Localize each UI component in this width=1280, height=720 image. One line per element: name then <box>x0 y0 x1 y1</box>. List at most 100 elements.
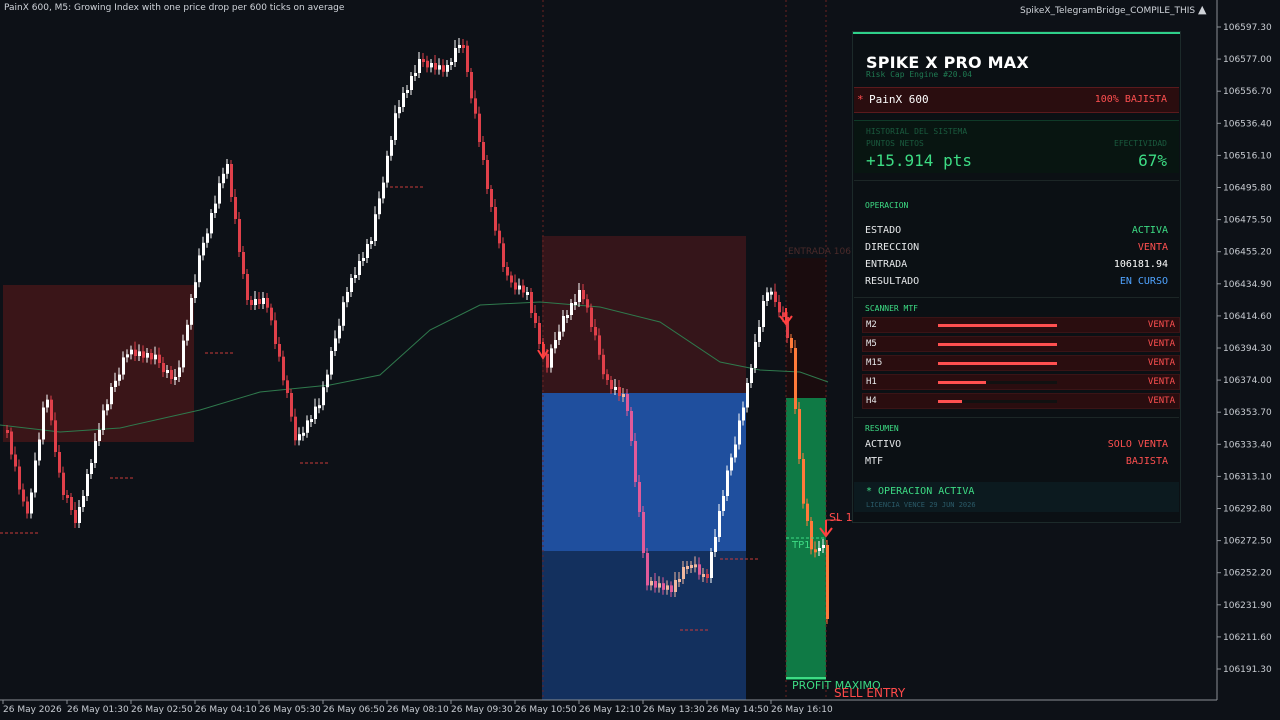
price-tick-label: 106211.60 <box>1223 633 1272 643</box>
bear-candle <box>22 489 25 502</box>
time-tick-label: 26 May 02:50 <box>131 705 193 715</box>
bull-candle <box>658 583 661 588</box>
bear-candle <box>506 267 509 276</box>
mtf-strength-track <box>938 381 1057 384</box>
mtf-row-m5: M5 VENTA <box>862 336 1180 352</box>
bear-candle <box>534 313 537 323</box>
mtf-label: MTF <box>865 456 884 467</box>
bear-candle <box>266 298 269 308</box>
bull-candle <box>322 387 325 406</box>
bear-candle <box>582 290 585 300</box>
symbol-bias: 100% BAJISTA <box>1094 94 1167 105</box>
bull-candle <box>518 285 521 290</box>
bull-candle <box>682 567 685 579</box>
bull-candle <box>722 496 725 511</box>
bear-candle <box>706 574 709 578</box>
mtf-strength-fill <box>938 400 962 403</box>
mtf-strength-track <box>938 324 1057 327</box>
activo-label: ACTIVO <box>865 439 902 450</box>
bear-candle <box>158 354 161 363</box>
mtf-signal: VENTA <box>1147 358 1175 368</box>
price-tick-label: 106374.00 <box>1223 376 1272 386</box>
bear-candle <box>170 370 173 379</box>
bear-candle <box>598 335 601 355</box>
bull-candle <box>614 387 617 390</box>
bear-candle <box>522 285 525 293</box>
bull-candle <box>674 580 677 592</box>
symbol-row[interactable]: * PainX 600 100% BAJISTA <box>854 87 1179 113</box>
price-tick-label: 106536.40 <box>1223 119 1272 129</box>
bull-candle <box>38 439 41 461</box>
bear-candle <box>274 320 277 344</box>
bear-candle <box>478 113 481 142</box>
bull-candle <box>310 419 313 422</box>
bull-candle <box>438 65 441 70</box>
bull-candle <box>318 405 321 409</box>
price-tick-label: 106434.90 <box>1223 280 1272 290</box>
bull-candle <box>770 291 773 295</box>
bull-candle <box>454 48 457 62</box>
price-tick-label: 106577.00 <box>1223 55 1272 65</box>
bull-candle <box>86 474 89 496</box>
time-tick-label: 26 May 01:30 <box>67 705 129 715</box>
bull-candle <box>166 370 169 373</box>
bear-candle <box>698 564 701 575</box>
bull-candle <box>394 113 397 140</box>
bull-candle <box>414 73 417 76</box>
mtf-signal: VENTA <box>1147 396 1175 406</box>
bear-candle <box>142 351 145 358</box>
price-tick-label: 106272.50 <box>1223 537 1272 547</box>
bull-candle <box>694 564 697 568</box>
bull-candle <box>526 292 529 295</box>
bull-candle <box>382 182 385 199</box>
bull-candle <box>314 406 317 419</box>
bull-candle <box>730 457 733 471</box>
operation-active-status: * OPERACION ACTIVA <box>866 486 975 497</box>
bull-candle <box>82 496 85 507</box>
direccion-label: DIRECCION <box>865 242 920 253</box>
bull-candle <box>418 59 421 73</box>
take-profit-zone <box>786 398 826 680</box>
net-points: +15.914 pts <box>866 151 972 170</box>
bull-candle <box>30 492 33 514</box>
bull-candle <box>90 463 93 474</box>
bull-candle <box>410 76 413 90</box>
bear-candle <box>462 45 465 48</box>
direccion-value: VENTA <box>1137 242 1168 253</box>
price-tick-label: 106556.70 <box>1223 87 1272 97</box>
bull-candle <box>226 164 229 174</box>
price-tick-label: 106495.80 <box>1223 184 1272 194</box>
bull-candle <box>326 374 329 388</box>
bear-candle <box>790 338 793 348</box>
bear-candle <box>50 399 53 421</box>
symbol-marker: * <box>857 93 864 106</box>
time-tick-label: 26 May 14:50 <box>707 705 769 715</box>
bull-candle <box>622 394 625 397</box>
bear-candle <box>486 160 489 189</box>
bull-candle <box>398 107 401 114</box>
bull-candle <box>182 340 185 368</box>
bear-candle <box>426 60 429 68</box>
bear-candle <box>466 45 469 72</box>
price-tick-label: 106394.30 <box>1223 344 1272 354</box>
price-tick-label: 106333.40 <box>1223 440 1272 450</box>
bull-candle <box>458 45 461 48</box>
bull-candle <box>402 93 405 107</box>
bear-candle <box>242 252 245 274</box>
price-tick-label: 106455.20 <box>1223 248 1272 258</box>
mtf-value: BAJISTA <box>1125 456 1168 467</box>
bull-candle <box>822 545 825 548</box>
bear-candle <box>774 291 777 302</box>
bull-candle <box>330 351 333 375</box>
bull-candle <box>702 574 705 577</box>
bear-candle <box>626 394 629 411</box>
bull-candle <box>710 552 713 578</box>
bear-candle <box>594 327 597 336</box>
bull-candle <box>354 275 357 278</box>
bull-candle <box>206 233 209 243</box>
bear-candle <box>606 374 609 380</box>
bear-candle <box>482 142 485 160</box>
bear-candle <box>794 348 797 409</box>
activo-value: SOLO VENTA <box>1107 439 1168 450</box>
bull-candle <box>738 420 741 445</box>
